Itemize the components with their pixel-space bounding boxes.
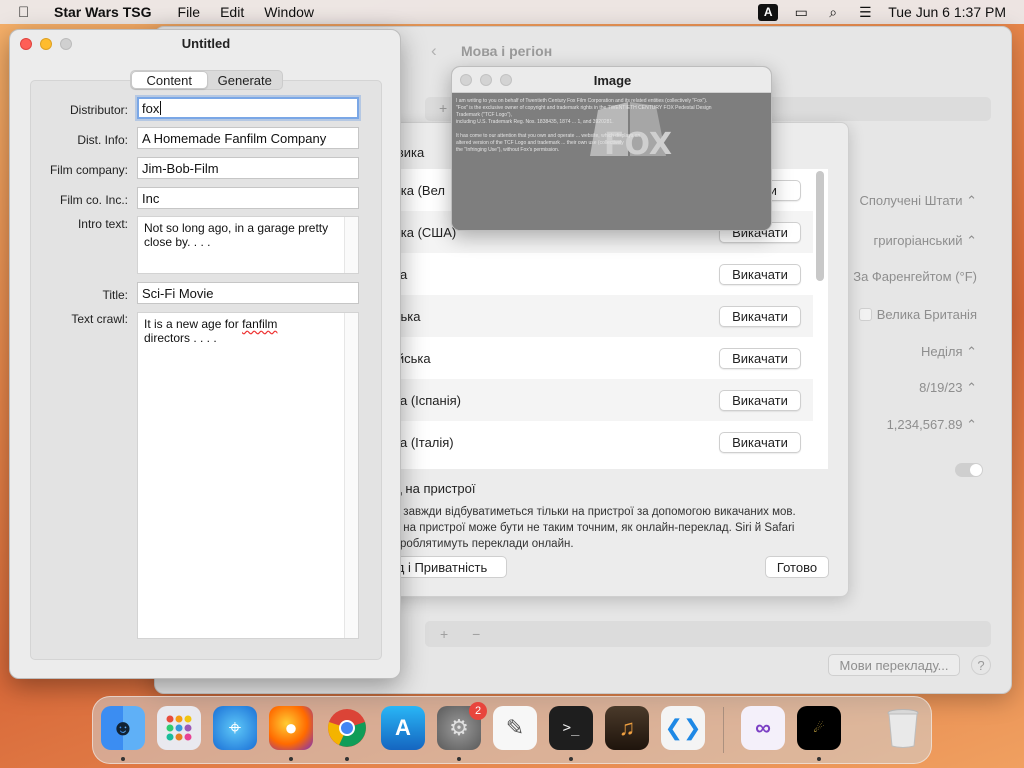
star-wars-tsg-icon[interactable]: ☄ bbox=[797, 706, 841, 750]
running-indicator bbox=[817, 757, 821, 761]
help-button[interactable]: ? bbox=[971, 655, 991, 675]
measurement-checkbox[interactable] bbox=[859, 308, 872, 321]
intro-text-area[interactable]: Not so long ago, in a garage pretty clos… bbox=[137, 216, 359, 274]
download-button[interactable]: Викачати bbox=[719, 431, 801, 453]
region-popup[interactable]: Сполучені Штати ⌃ bbox=[859, 193, 977, 209]
tab-content[interactable]: Content bbox=[131, 71, 208, 89]
text-crawl-scrollbar[interactable] bbox=[344, 313, 358, 638]
running-indicator bbox=[289, 757, 293, 761]
tab-generate[interactable]: Generate bbox=[208, 71, 283, 89]
list-item: ка Викачати bbox=[361, 253, 813, 295]
download-button[interactable]: Викачати bbox=[719, 389, 801, 411]
image-window-title: Image bbox=[593, 73, 632, 88]
film-company-label: Film company: bbox=[49, 163, 128, 177]
live-text-toggle[interactable] bbox=[955, 463, 983, 477]
dist-info-label: Dist. Info: bbox=[77, 133, 128, 147]
distributor-field[interactable]: fox bbox=[137, 97, 359, 119]
main-window: Untitled Content Generate Distributor: f… bbox=[9, 29, 401, 679]
apps-list-row bbox=[425, 621, 991, 647]
menu-file[interactable]: File bbox=[178, 4, 201, 20]
main-window-title: Untitled bbox=[181, 36, 231, 51]
title-field[interactable]: Sci-Fi Movie bbox=[137, 282, 359, 304]
launchpad-icon[interactable] bbox=[157, 706, 201, 750]
list-item: ійська Викачати bbox=[361, 337, 813, 379]
intro-text-scrollbar[interactable] bbox=[344, 217, 358, 273]
text-crawl-label: Text crawl: bbox=[71, 312, 128, 326]
film-co-inc-field[interactable]: Inc bbox=[137, 187, 359, 209]
apple-icon[interactable]:  bbox=[18, 4, 38, 21]
main-window-titlebar[interactable]: Untitled bbox=[10, 30, 400, 58]
text-caret bbox=[160, 101, 162, 115]
firefox-icon[interactable]: ● bbox=[269, 706, 313, 750]
date-format-popup[interactable]: 8/19/23 ⌃ bbox=[919, 380, 977, 396]
intro-text-label: Intro text: bbox=[77, 217, 128, 231]
trash-icon[interactable] bbox=[881, 706, 925, 750]
list-item: ська Викачати bbox=[361, 295, 813, 337]
film-company-field[interactable]: Jim-Bob-Film bbox=[137, 157, 359, 179]
textedit-icon[interactable]: ✎ bbox=[493, 706, 537, 750]
download-button[interactable]: Викачати bbox=[719, 305, 801, 327]
list-scrollbar[interactable] bbox=[816, 171, 824, 281]
running-indicator bbox=[121, 757, 125, 761]
text-crawl-area[interactable]: It is a new age for fanfilm directors . … bbox=[137, 312, 359, 639]
add-remove-icons[interactable]: + − bbox=[440, 626, 490, 642]
download-button[interactable]: Викачати bbox=[719, 347, 801, 369]
dist-info-field[interactable]: A Homemade Fanfilm Company bbox=[137, 127, 359, 149]
distributor-label: Distributor: bbox=[69, 103, 128, 117]
menu-bar:  Star Wars TSG File Edit Window A ▭ ⌕ ☰… bbox=[0, 0, 1024, 24]
launchpad-grid-icon bbox=[166, 715, 192, 741]
menu-window[interactable]: Window bbox=[264, 4, 314, 20]
garageband-icon[interactable]: ♫ bbox=[605, 706, 649, 750]
menu-app-name[interactable]: Star Wars TSG bbox=[54, 4, 152, 20]
first-day-popup[interactable]: Неділя ⌃ bbox=[921, 344, 977, 360]
finder-icon[interactable]: ☻ bbox=[101, 706, 145, 750]
trash-can-icon bbox=[887, 709, 919, 748]
running-indicator bbox=[345, 757, 349, 761]
dock: ☻ ⌖ ● A ⚙ 2 ✎ >_ ♫ ❮❯ ∞ ☄ bbox=[92, 696, 932, 764]
control-center-icon[interactable]: ☰ bbox=[856, 4, 874, 21]
misspelled-word: fanfilm bbox=[242, 317, 278, 331]
add-icon[interactable]: + bbox=[439, 100, 447, 116]
list-item: ка (Італія) Викачати bbox=[361, 421, 813, 463]
visual-studio-icon[interactable]: ∞ bbox=[741, 706, 785, 750]
list-item: ка (Іспанія) Викачати bbox=[361, 379, 813, 421]
back-chevron-icon[interactable]: ‹ bbox=[431, 41, 437, 61]
done-button[interactable]: Готово bbox=[765, 556, 829, 578]
vscode-icon[interactable]: ❮❯ bbox=[661, 706, 705, 750]
notification-badge: 2 bbox=[469, 702, 487, 720]
image-window-titlebar[interactable]: Image bbox=[452, 67, 771, 93]
system-settings-icon[interactable]: ⚙ 2 bbox=[437, 702, 487, 750]
screen-mirroring-icon[interactable]: ▭ bbox=[792, 4, 810, 21]
measurement-value: Велика Британія bbox=[876, 307, 977, 322]
menu-clock[interactable]: Tue Jun 6 1:37 PM bbox=[888, 4, 1006, 20]
image-content: FOX I am writing to you on behalf of Twe… bbox=[452, 94, 771, 230]
running-indicator bbox=[569, 757, 573, 761]
on-device-description: ад завжди відбуватиметься тільки на прис… bbox=[387, 506, 796, 550]
image-window: Image FOX I am writing to you on behalf … bbox=[451, 66, 772, 231]
input-source-icon[interactable]: A bbox=[758, 3, 779, 21]
search-icon[interactable]: ⌕ bbox=[824, 4, 842, 21]
chrome-icon[interactable] bbox=[325, 706, 369, 750]
safari-icon[interactable]: ⌖ bbox=[213, 706, 257, 750]
menu-edit[interactable]: Edit bbox=[220, 4, 244, 20]
temperature-value[interactable]: За Фаренгейтом (°F) bbox=[853, 269, 977, 284]
title-label: Title: bbox=[102, 288, 128, 302]
settings-title: Мова і регіон bbox=[461, 43, 553, 59]
terminal-icon[interactable]: >_ bbox=[549, 706, 593, 750]
film-co-inc-label: Film co. Inc.: bbox=[59, 193, 128, 207]
download-button[interactable]: Викачати bbox=[719, 263, 801, 285]
translation-languages-button[interactable]: Мови перекладу... bbox=[828, 654, 960, 676]
app-store-icon[interactable]: A bbox=[381, 706, 425, 750]
dock-separator bbox=[723, 707, 724, 753]
number-format-popup[interactable]: 1,234,567.89 ⌃ bbox=[887, 417, 977, 433]
running-indicator bbox=[457, 757, 461, 761]
calendar-popup[interactable]: григоріанський ⌃ bbox=[874, 233, 977, 249]
chrome-logo-icon bbox=[328, 709, 366, 747]
letter-text: I am writing to you on behalf of Twentie… bbox=[456, 98, 712, 153]
tab-control: Content Generate bbox=[130, 70, 283, 90]
